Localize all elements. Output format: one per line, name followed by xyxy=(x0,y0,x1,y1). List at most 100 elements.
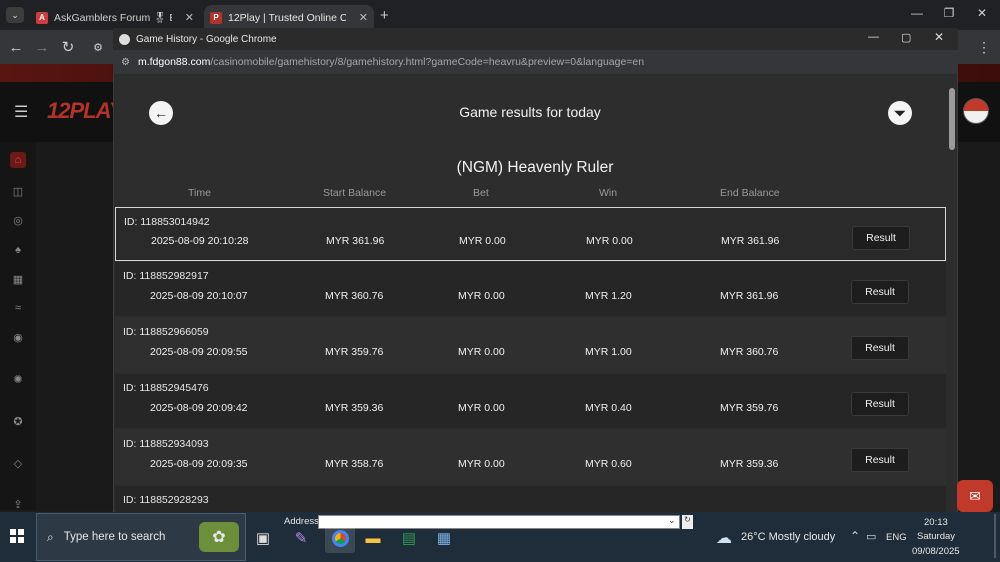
result-button[interactable]: Result xyxy=(852,226,910,250)
popup-maximize-icon[interactable]: ▢ xyxy=(901,31,911,44)
row-start-balance: MYR 359.36 xyxy=(325,402,384,414)
result-button[interactable]: Result xyxy=(851,336,909,360)
site-settings-icon[interactable]: ⚙ xyxy=(121,57,130,68)
row-start-balance: MYR 361.96 xyxy=(326,235,385,247)
tab-12play[interactable]: P 12Play | Trusted Online Casino M ✕ xyxy=(204,5,374,30)
row-time: 2025-08-09 20:09:42 xyxy=(150,402,248,414)
clock-date[interactable]: 09/08/2025 xyxy=(912,546,960,557)
weather-icon[interactable]: ☁ xyxy=(716,528,732,548)
tab-askgamblers[interactable]: A AskGamblers Forum 🎖 Best ✕ xyxy=(30,5,200,30)
row-start-balance: MYR 360.76 xyxy=(325,290,384,302)
task-view-icon[interactable]: ▣ xyxy=(251,526,275,550)
search-highlight-icon: ✿ xyxy=(199,522,239,552)
hamburger-icon[interactable]: ☰ xyxy=(14,102,28,122)
gamepad-icon[interactable]: ◫ xyxy=(10,183,26,199)
close-window-icon[interactable]: ✕ xyxy=(972,6,992,20)
reload-icon[interactable]: ↻ xyxy=(58,37,78,57)
network-icon[interactable]: ▭ xyxy=(866,530,876,543)
spreadsheet-app-icon[interactable]: ▤ xyxy=(397,526,421,550)
row-end-balance: MYR 359.36 xyxy=(720,458,779,470)
row-id: ID: 118852966059 xyxy=(123,326,209,338)
vip-icon[interactable]: ✪ xyxy=(10,413,26,429)
forward-icon[interactable]: → xyxy=(32,37,52,57)
row-bet: MYR 0.00 xyxy=(458,458,505,470)
back-icon[interactable]: ← xyxy=(6,37,26,57)
popup-minimize-icon[interactable]: — xyxy=(868,31,879,43)
result-button[interactable]: Result xyxy=(851,280,909,304)
row-end-balance: MYR 361.96 xyxy=(721,235,780,247)
live-casino-icon[interactable]: ♠ xyxy=(10,242,26,258)
live-chat-icon[interactable]: ✉ xyxy=(957,480,993,512)
flag-icon[interactable] xyxy=(963,98,989,124)
minimize-icon[interactable]: — xyxy=(907,6,927,20)
askgamblers-favicon-icon: A xyxy=(36,11,48,24)
address-go-icon[interactable]: ↻ xyxy=(682,515,693,529)
result-button[interactable]: Result xyxy=(851,448,909,472)
table-row[interactable]: ID: 118852934093 2025-08-09 20:09:35 MYR… xyxy=(115,430,946,484)
row-end-balance: MYR 360.76 xyxy=(720,346,779,358)
tab-list-button[interactable]: ⌄ xyxy=(6,7,24,23)
lottery-icon[interactable]: ◉ xyxy=(10,329,26,345)
result-button[interactable]: Result xyxy=(851,392,909,416)
clock-time[interactable]: 20:13 xyxy=(924,517,948,528)
sports-icon[interactable]: ◎ xyxy=(10,212,26,228)
weather-text[interactable]: 26°C Mostly cloudy xyxy=(741,531,835,543)
filter-icon[interactable]: ⏷ xyxy=(888,101,912,125)
row-bet: MYR 0.00 xyxy=(459,235,506,247)
clock-day[interactable]: Saturday xyxy=(917,531,955,542)
chrome-icon xyxy=(119,33,130,45)
windows-start-icon[interactable] xyxy=(10,529,24,543)
table-row[interactable]: ID: 118853014942 2025-08-09 20:10:28 MYR… xyxy=(115,207,946,261)
taskbar-search-box[interactable]: ⌕ Type here to search ✿ xyxy=(36,513,246,561)
12play-favicon-icon: P xyxy=(210,11,222,24)
table-row[interactable]: ID: 118852966059 2025-08-09 20:09:55 MYR… xyxy=(115,318,946,372)
search-icon: ⌕ xyxy=(47,529,54,544)
site-logo[interactable]: 12PLAY xyxy=(47,98,124,124)
row-start-balance: MYR 359.76 xyxy=(325,346,384,358)
feather-app-icon[interactable]: ✎ xyxy=(289,526,313,550)
table-row[interactable]: ID: 118852928293 xyxy=(115,486,946,512)
row-time: 2025-08-09 20:09:35 xyxy=(150,458,248,470)
popup-scrollbar-thumb[interactable] xyxy=(949,88,955,150)
promo-icon[interactable]: ✺ xyxy=(10,371,26,387)
table-row[interactable]: ID: 118852982917 2025-08-09 20:10:07 MYR… xyxy=(115,262,946,316)
new-tab-button[interactable]: + xyxy=(380,7,389,24)
slots-icon[interactable]: ▦ xyxy=(10,271,26,287)
page-title: Game results for today xyxy=(459,104,601,120)
row-id: ID: 118852982917 xyxy=(123,270,209,282)
row-id: ID: 118852945476 xyxy=(123,382,209,394)
row-time: 2025-08-09 20:10:07 xyxy=(150,290,248,302)
chrome-taskbar-icon[interactable] xyxy=(325,523,355,553)
column-header-bet: Bet xyxy=(473,187,489,199)
row-time: 2025-08-09 20:09:55 xyxy=(150,346,248,358)
close-icon[interactable]: ✕ xyxy=(185,11,194,24)
language-indicator[interactable]: ENG xyxy=(886,532,907,543)
file-explorer-icon[interactable]: ▬ xyxy=(361,526,385,550)
row-win: MYR 1.00 xyxy=(585,346,632,358)
popup-close-icon[interactable]: ✕ xyxy=(934,30,944,44)
url-host: m.fdgon88.com xyxy=(137,56,211,68)
taskbar-search-placeholder: Type here to search xyxy=(63,531,166,543)
show-desktop-button[interactable] xyxy=(994,514,996,558)
close-icon[interactable]: ✕ xyxy=(359,11,368,24)
table-row[interactable]: ID: 118852945476 2025-08-09 20:09:42 MYR… xyxy=(115,374,946,428)
fishing-icon[interactable]: ≈ xyxy=(10,300,26,316)
tab-label: 12Play | Trusted Online Casino M xyxy=(228,11,346,24)
address-dropdown-icon[interactable]: ⌄ xyxy=(668,515,676,526)
site-info-icon[interactable]: ⚙ xyxy=(88,37,108,57)
row-end-balance: MYR 361.96 xyxy=(720,290,779,302)
column-header-win: Win xyxy=(599,187,618,199)
calculator-icon[interactable]: ▦ xyxy=(432,526,456,550)
row-win: MYR 0.00 xyxy=(586,235,633,247)
row-time: 2025-08-09 20:10:28 xyxy=(151,235,249,247)
restore-icon[interactable]: ❐ xyxy=(939,6,959,20)
home-icon[interactable]: ⌂ xyxy=(10,152,26,168)
diamond-icon[interactable]: ◇ xyxy=(10,455,26,471)
popup-address-bar[interactable]: ⚙ m.fdgon88.com/casinomobile/gamehistory… xyxy=(113,50,958,74)
popup-titlebar: Game History - Google Chrome xyxy=(113,28,958,50)
chevron-up-icon[interactable]: ⌃ xyxy=(850,529,860,543)
popup-window-title: Game History - Google Chrome xyxy=(136,33,277,45)
share-icon[interactable]: ⇪ xyxy=(10,496,26,512)
column-header-time: Time xyxy=(188,187,211,199)
menu-icon[interactable]: ⋮ xyxy=(974,37,994,57)
